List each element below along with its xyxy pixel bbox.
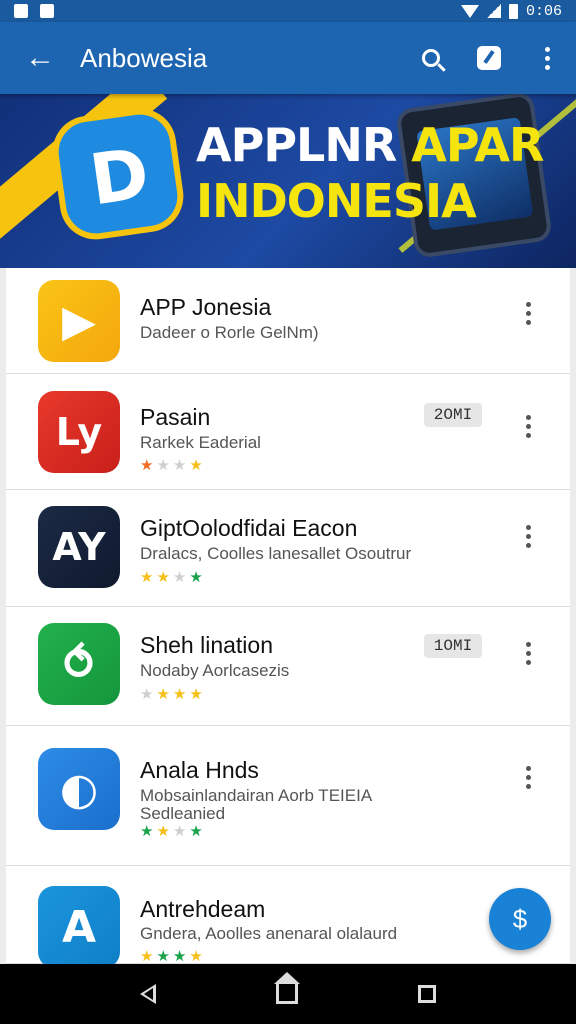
app-icon: Ly (38, 391, 120, 473)
nav-home-icon[interactable] (274, 972, 300, 1004)
app-subtitle: Nodaby Aorlcasezis (140, 661, 290, 680)
star-icon: ★ (172, 686, 187, 703)
signal-icon (486, 4, 501, 18)
star-icon: ★ (140, 457, 154, 474)
app-name: GiptOolodfidai Eacon (140, 515, 358, 541)
item-more-icon[interactable] (518, 638, 538, 668)
edit-button[interactable] (460, 22, 518, 94)
battery-icon (508, 3, 518, 19)
app-list-item[interactable]: AY GiptOolodfidai Eacon Dralacs, Coolles l… (6, 490, 570, 607)
overflow-menu-button[interactable] (518, 22, 576, 94)
star-icon: ★ (172, 569, 187, 586)
star-icon: ★ (172, 457, 187, 474)
star-icon: ★ (189, 948, 203, 964)
app-subtitle: Gndera, Aoolles anenaral olalaurd (140, 924, 398, 943)
app-name: Antrehdeam (140, 896, 266, 922)
rating-stars: ★ ★ ★ ★ (140, 458, 203, 473)
app-list-item[interactable]: ▶ APP Jonesia Dadeer o Rorle GelNm) (6, 268, 570, 374)
back-arrow-icon[interactable]: ← (0, 22, 80, 94)
system-nav-bar (0, 964, 576, 1024)
app-subtitle: Dadeer o Rorle GelNm) (140, 323, 319, 342)
rating-stars: ★ ★ ★ ★ (140, 687, 203, 702)
app-subtitle: Rarkek Eaderial (140, 433, 261, 452)
search-button[interactable] (402, 22, 460, 94)
star-icon: ★ (140, 823, 154, 840)
banner-logo-icon: D (54, 110, 182, 238)
item-more-icon[interactable] (518, 298, 538, 328)
star-icon: ★ (156, 569, 170, 586)
app-icon: ◐ (38, 748, 120, 830)
app-notification-icon (40, 4, 54, 18)
item-more-icon[interactable] (518, 411, 538, 441)
star-icon: ★ (172, 948, 187, 964)
app-icon: AY (38, 506, 120, 588)
app-list-item[interactable]: ◐ Anala Hnds Mobsainlandairan Aorb TEIEIA … (6, 726, 570, 866)
app-name: Anala Hnds (140, 757, 259, 783)
star-icon: ★ (140, 686, 154, 703)
edit-icon (477, 46, 501, 70)
star-icon: ★ (156, 686, 170, 703)
item-more-icon[interactable] (518, 521, 538, 551)
status-time: 0:06 (525, 2, 562, 20)
app-list: ▶ APP Jonesia Dadeer o Rorle GelNm) Ly Pasai… (6, 268, 570, 964)
wifi-icon (460, 4, 479, 18)
app-icon: ⥀ (38, 623, 120, 705)
app-list-item[interactable]: Ly Pasain Rarkek Eaderial ★ ★ ★ ★ 2OMI (6, 374, 570, 490)
app-subtitle: Mobsainlandairan Aorb TEIEIA Sedleanied (140, 786, 372, 823)
app-icon: A (38, 886, 120, 964)
size-badge: 1OMI (424, 634, 482, 658)
star-icon: ★ (189, 569, 203, 586)
star-icon: ★ (140, 948, 154, 964)
star-icon: ★ (172, 823, 187, 840)
status-bar: 0:06 (0, 0, 576, 22)
star-icon: ★ (156, 823, 170, 840)
more-vert-icon (544, 46, 550, 70)
app-list-item[interactable]: ⥀ Sheh lination Nodaby Aorlcasezis ★ ★ ★ ★ 1OMI (6, 607, 570, 726)
search-icon (422, 49, 440, 67)
star-icon: ★ (156, 948, 170, 964)
app-list-item[interactable]: A Antrehdeam Gndera, Aoolles anenaral olal… (6, 866, 570, 964)
star-icon: ★ (156, 457, 170, 474)
promo-banner[interactable]: D APPLNR APAR INDONESIA (0, 94, 576, 268)
banner-headline: APPLNR APAR (196, 118, 544, 172)
banner-subheadline: INDONESIA (196, 174, 477, 228)
image-notification-icon (14, 4, 28, 18)
app-name: APP Jonesia (140, 294, 272, 320)
star-icon: ★ (140, 569, 154, 586)
rating-stars: ★ ★ ★ ★ (140, 824, 203, 839)
app-icon: ▶ (38, 280, 120, 362)
fab-button[interactable]: $ (489, 888, 551, 950)
star-icon: ★ (189, 686, 203, 703)
app-name: Sheh lination (140, 632, 273, 658)
rating-stars: ★ ★ ★ ★ (140, 570, 203, 585)
dollar-icon: $ (512, 903, 528, 934)
star-icon: ★ (189, 823, 203, 840)
page-title: Anbowesia (80, 42, 208, 73)
item-more-icon[interactable] (518, 762, 538, 792)
app-bar: ← Anbowesia (0, 22, 576, 94)
nav-back-icon[interactable] (140, 984, 156, 1004)
nav-recents-icon[interactable] (418, 985, 436, 1003)
size-badge: 2OMI (424, 403, 482, 427)
app-subtitle: Dralacs, Coolles lanesallet Osoutrur (140, 544, 412, 563)
rating-stars: ★ ★ ★ ★ (140, 949, 203, 964)
star-icon: ★ (189, 457, 203, 474)
app-name: Pasain (140, 404, 211, 430)
